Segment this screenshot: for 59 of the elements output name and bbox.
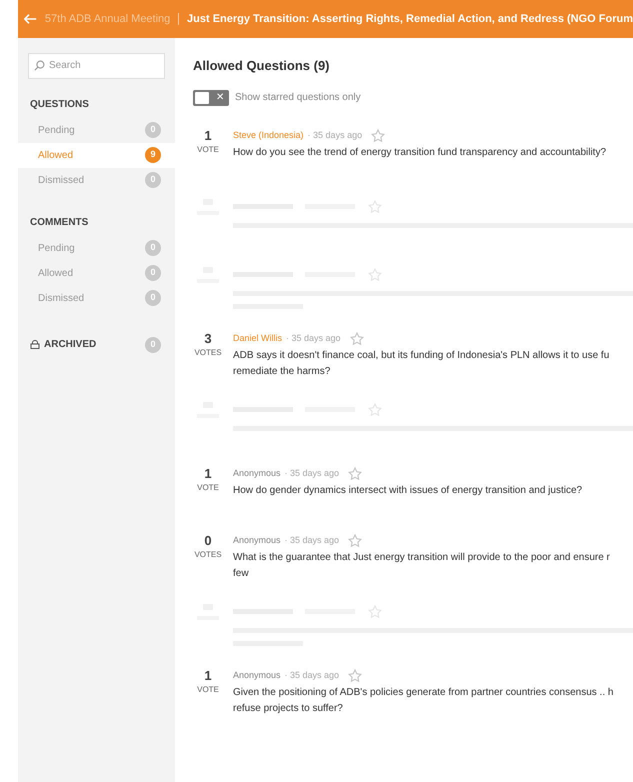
nav-item[interactable]: Allowed 9 xyxy=(18,142,175,168)
question-text: How do gender dynamics intersect with issues of energy transition and justice? xyxy=(233,484,584,498)
time-ago: · 35 days ago xyxy=(284,668,340,682)
archive-icon xyxy=(30,340,40,349)
time-ago: · 35 days ago xyxy=(286,332,341,345)
count-badge: 9 xyxy=(145,147,161,163)
section-heading: QUESTIONS xyxy=(29,98,90,112)
breadcrumb-separator xyxy=(178,13,180,25)
star-icon[interactable] xyxy=(347,668,364,684)
vote-label: VOTE xyxy=(197,684,219,696)
nav-label: Dismissed xyxy=(38,174,84,188)
search-field[interactable]: Search xyxy=(28,52,165,78)
toggle-switch[interactable]: ✕ xyxy=(193,90,229,106)
vote-count: 1 xyxy=(204,668,212,684)
star-icon[interactable] xyxy=(348,330,365,346)
nav-label: Pending xyxy=(38,242,75,256)
time-ago: · 35 days ago xyxy=(284,466,340,480)
x-icon: ✕ xyxy=(216,92,227,102)
vote-count: 1 xyxy=(204,128,212,144)
question-text: ADB says it doesn't finance coal, but its funding of Indonesia's PLN allows it to use fu xyxy=(233,348,610,362)
vote-count: 0 xyxy=(204,532,212,549)
author-name: Daniel Willis xyxy=(233,332,282,345)
time-ago: · 35 days ago xyxy=(308,128,362,142)
author-name: Anonymous xyxy=(233,466,281,480)
section-heading: COMMENTS xyxy=(29,216,90,230)
nav-label: Dismissed xyxy=(38,292,84,306)
vote-count: 1 xyxy=(204,466,212,482)
author-name: Anonymous xyxy=(233,668,281,682)
question-text: What is the guarantee that Just energy transition will provide to the poor and ensure r xyxy=(233,550,611,564)
star-icon[interactable] xyxy=(370,128,386,144)
author-name: Anonymous xyxy=(233,534,281,547)
back-arrow-icon[interactable] xyxy=(24,12,37,26)
vote-label: VOTE xyxy=(197,482,219,494)
question-text: Given the positioning of ADB's policies generate from partner countries consensus .. h xyxy=(233,686,614,700)
page-title: Just Energy Transition: Asserting Rights, Remedial Action, and Redress (NGO Forum xyxy=(187,12,633,27)
question-text: few xyxy=(233,566,250,580)
star-icon[interactable] xyxy=(367,266,383,282)
time-ago: · 35 days ago xyxy=(284,534,340,547)
star-icon[interactable] xyxy=(347,466,364,482)
section-title: Allowed Questions (9) xyxy=(193,57,331,75)
question-text: refuse projects to suffer? xyxy=(233,702,344,716)
vote-label: VOTES xyxy=(194,548,222,561)
question-text: How do you see the trend of energy transition fund transparency and accountability? xyxy=(233,146,608,160)
star-icon[interactable] xyxy=(347,532,364,548)
nav-label: Allowed xyxy=(38,148,74,162)
star-icon[interactable] xyxy=(367,604,383,620)
author-name: Steve (Indonesia) xyxy=(233,128,304,142)
question-text: remediate the harms? xyxy=(233,364,332,378)
nav-label: Pending xyxy=(38,124,75,138)
vote-label: VOTE xyxy=(197,144,219,156)
star-icon[interactable] xyxy=(367,402,383,418)
vote-count: 3 xyxy=(204,330,212,347)
star-icon[interactable] xyxy=(367,198,383,214)
vote-label: VOTES xyxy=(194,346,222,359)
toggle-label: Show starred questions only xyxy=(235,91,361,105)
search-icon xyxy=(34,60,45,71)
archived-label: ARCHIVED xyxy=(44,338,96,352)
breadcrumb-link[interactable]: 57th ADB Annual Meeting xyxy=(44,10,170,28)
nav-label: Allowed xyxy=(38,266,74,280)
